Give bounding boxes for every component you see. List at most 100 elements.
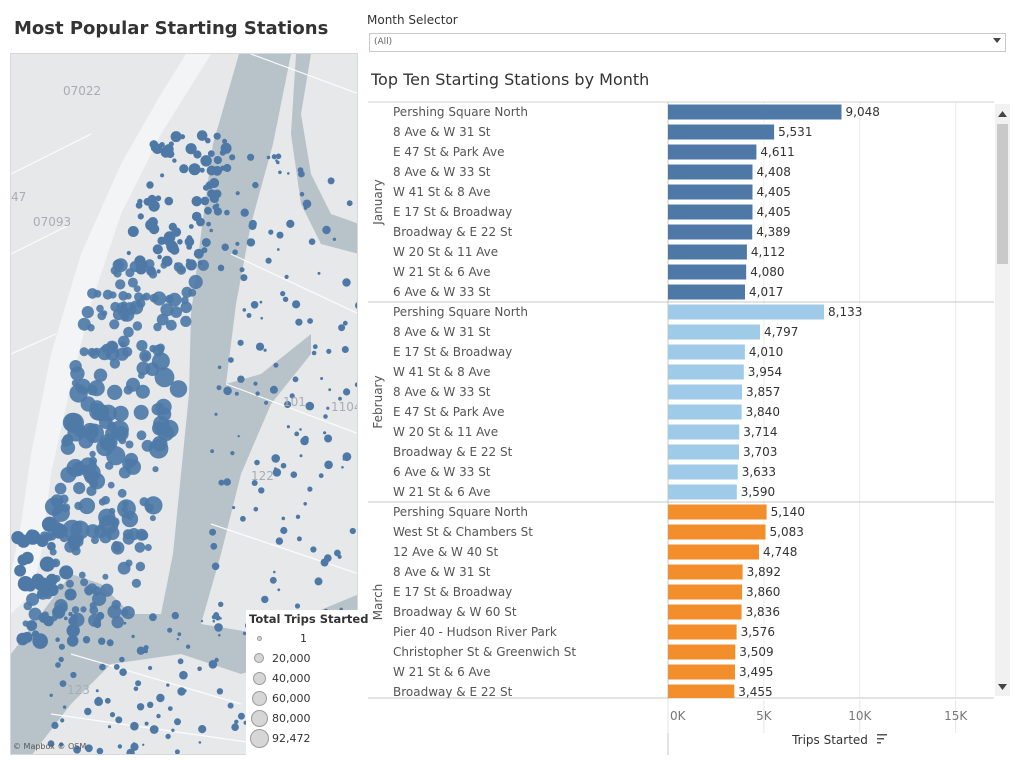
- chart-rows: January Pershing Square North 9,048 8 Ave &…: [371, 104, 880, 700]
- bar-chart[interactable]: January Pershing Square North 9,048 8 Ave &…: [0, 0, 1021, 760]
- bar-value-label: 3,714: [743, 425, 777, 439]
- scrollbar-thumb[interactable]: [997, 124, 1008, 264]
- bar-value-label: 3,590: [741, 485, 775, 499]
- station-label: West St & Chambers St: [393, 525, 533, 539]
- bar[interactable]: [668, 624, 737, 640]
- station-label: W 21 St & 6 Ave: [393, 665, 491, 679]
- bar[interactable]: [668, 224, 753, 240]
- bar[interactable]: [668, 524, 766, 540]
- bar[interactable]: [668, 384, 742, 400]
- station-label: Pershing Square North: [393, 505, 528, 519]
- sort-icon[interactable]: [877, 734, 887, 744]
- bar-value-label: 4,408: [757, 165, 791, 179]
- station-label: E 17 St & Broadway: [393, 585, 512, 599]
- bar-value-label: 4,611: [760, 145, 794, 159]
- bar-value-label: 3,857: [746, 385, 780, 399]
- station-label: W 21 St & 6 Ave: [393, 265, 491, 279]
- bar-value-label: 5,140: [771, 505, 805, 519]
- station-label: Broadway & W 60 St: [393, 605, 517, 619]
- bar-value-label: 4,797: [764, 325, 798, 339]
- vertical-scrollbar[interactable]: [995, 104, 1010, 696]
- bar[interactable]: [668, 244, 747, 260]
- station-label: Christopher St & Greenwich St: [393, 645, 576, 659]
- station-label: Pershing Square North: [393, 305, 528, 319]
- x-tick-label: 10K: [848, 709, 872, 723]
- bar[interactable]: [668, 684, 735, 700]
- x-axis-title: Trips Started: [791, 733, 868, 747]
- month-label: January: [371, 179, 385, 226]
- bar-value-label: 8,133: [828, 305, 862, 319]
- bar[interactable]: [668, 564, 743, 580]
- month-label: February: [371, 375, 385, 428]
- bar-value-label: 5,531: [778, 125, 812, 139]
- x-tick-label: 15K: [944, 709, 968, 723]
- bar-value-label: 3,509: [739, 645, 773, 659]
- bar[interactable]: [668, 424, 740, 440]
- x-tick-label: 0K: [670, 709, 687, 723]
- station-label: E 17 St & Broadway: [393, 345, 512, 359]
- bar[interactable]: [668, 544, 759, 560]
- bar[interactable]: [668, 144, 757, 160]
- station-label: 8 Ave & W 33 St: [393, 165, 491, 179]
- bar-value-label: 3,954: [748, 365, 782, 379]
- bar-value-label: 4,405: [757, 205, 791, 219]
- bar-value-label: 3,892: [747, 565, 781, 579]
- bar-value-label: 3,703: [743, 445, 777, 459]
- bar-value-label: 3,633: [742, 465, 776, 479]
- bar-value-label: 3,860: [746, 585, 780, 599]
- bar-value-label: 4,389: [756, 225, 790, 239]
- bar-value-label: 4,748: [763, 545, 797, 559]
- bar[interactable]: [668, 484, 737, 500]
- bar-value-label: 3,840: [746, 405, 780, 419]
- station-label: Pier 40 - Hudson River Park: [393, 625, 557, 639]
- station-label: Pershing Square North: [393, 105, 528, 119]
- station-label: Broadway & E 22 St: [393, 445, 513, 459]
- month-label: March: [371, 584, 385, 621]
- bar[interactable]: [668, 204, 753, 220]
- bar[interactable]: [668, 504, 767, 520]
- station-label: 8 Ave & W 31 St: [393, 125, 491, 139]
- station-label: W 20 St & 11 Ave: [393, 245, 498, 259]
- bar[interactable]: [668, 404, 742, 420]
- bar[interactable]: [668, 104, 842, 120]
- x-axis: 0K 5K 10K 15K Trips Started: [667, 700, 968, 747]
- bar[interactable]: [668, 304, 824, 320]
- bar[interactable]: [668, 664, 735, 680]
- station-label: 8 Ave & W 31 St: [393, 565, 491, 579]
- bar[interactable]: [668, 644, 736, 660]
- bar[interactable]: [668, 184, 753, 200]
- bar[interactable]: [668, 324, 760, 340]
- bar-value-label: 4,112: [751, 245, 785, 259]
- bar[interactable]: [668, 344, 745, 360]
- bar[interactable]: [668, 364, 744, 380]
- bar[interactable]: [668, 284, 745, 300]
- station-label: E 47 St & Park Ave: [393, 145, 505, 159]
- station-label: Broadway & E 22 St: [393, 685, 513, 699]
- x-tick-label: 5K: [756, 709, 773, 723]
- bar[interactable]: [668, 604, 742, 620]
- station-label: E 17 St & Broadway: [393, 205, 512, 219]
- bar-value-label: 4,405: [757, 185, 791, 199]
- station-label: Broadway & E 22 St: [393, 225, 513, 239]
- station-label: 8 Ave & W 31 St: [393, 325, 491, 339]
- station-label: W 20 St & 11 Ave: [393, 425, 498, 439]
- bar-value-label: 5,083: [770, 525, 804, 539]
- bar[interactable]: [668, 124, 775, 140]
- station-label: W 41 St & 8 Ave: [393, 365, 491, 379]
- bar-value-label: 4,010: [749, 345, 783, 359]
- bar-value-label: 9,048: [846, 105, 880, 119]
- station-label: 12 Ave & W 40 St: [393, 545, 498, 559]
- bar-value-label: 3,576: [741, 625, 775, 639]
- bar[interactable]: [668, 464, 738, 480]
- bar[interactable]: [668, 164, 753, 180]
- bar-value-label: 3,836: [746, 605, 780, 619]
- station-label: W 21 St & 6 Ave: [393, 485, 491, 499]
- bar-value-label: 4,017: [749, 285, 783, 299]
- bar[interactable]: [668, 264, 747, 280]
- bar-value-label: 3,495: [739, 665, 773, 679]
- bar[interactable]: [668, 584, 742, 600]
- station-label: E 47 St & Park Ave: [393, 405, 505, 419]
- bar[interactable]: [668, 444, 739, 460]
- station-label: 6 Ave & W 33 St: [393, 465, 491, 479]
- station-label: W 41 St & 8 Ave: [393, 185, 491, 199]
